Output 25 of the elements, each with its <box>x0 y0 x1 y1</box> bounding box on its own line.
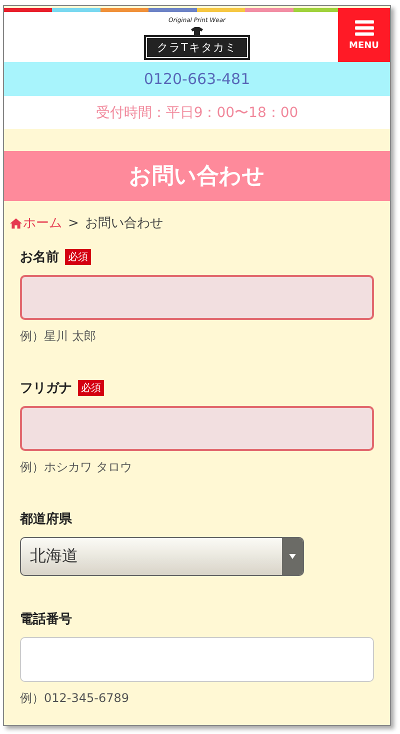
home-icon <box>10 218 22 228</box>
breadcrumb-current: お問い合わせ <box>84 215 163 232</box>
input-field[interactable] <box>20 637 374 682</box>
example-hint: 例）ホシカワ タロウ <box>20 459 133 476</box>
field-label: お名前 <box>20 249 59 266</box>
logo-ribbon[interactable]: クラTキタカミ <box>146 37 248 58</box>
field-label: 電話番号 <box>20 611 72 628</box>
required-badge: 必須 <box>65 249 91 265</box>
tshirt-icon <box>190 27 203 36</box>
menu-icon <box>354 20 374 36</box>
example-hint: 例）012-345-6789 <box>20 690 130 707</box>
page-title: お問い合わせ <box>4 151 390 201</box>
prefecture-dropdown[interactable]: 北海道 <box>20 537 304 576</box>
breadcrumb-home-link[interactable]: ホーム <box>10 214 62 232</box>
caret-icon <box>289 554 296 559</box>
field-label: 都道府県 <box>20 510 72 528</box>
field-label: フリガナ <box>20 380 72 397</box>
business-hours: 受付時間：平日9：00〜18：00 <box>96 104 298 122</box>
input-field[interactable] <box>20 406 374 451</box>
breadcrumb-separator: > <box>68 216 79 230</box>
phone-link[interactable]: 0120-663-481 <box>144 70 250 88</box>
required-badge: 必須 <box>78 380 104 396</box>
example-hint: 例）星川 太郎 <box>20 328 97 345</box>
input-field[interactable] <box>20 275 374 320</box>
menu-button[interactable]: MENU <box>338 8 390 62</box>
